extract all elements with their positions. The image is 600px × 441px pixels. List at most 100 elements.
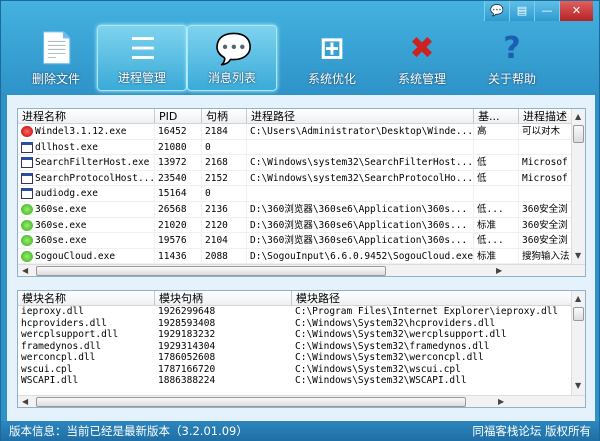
module-vertical-scrollbar[interactable]: ▲ ▼ — [571, 291, 585, 395]
table-row[interactable]: 360se.exe 19576 2104 D:\360浏览器\360se6\Appli… — [18, 233, 585, 249]
cell-text: 标准 — [477, 250, 497, 262]
table-row[interactable]: framedynos.dll 1929314304 C:\Windows\Syste… — [18, 341, 585, 353]
scroll-left-icon[interactable]: ◀ — [22, 397, 28, 406]
table-row[interactable]: wercplsupport.dll 1929183232 C:\Windows\Sy… — [18, 329, 585, 341]
table-row[interactable]: werconcpl.dll 1786052608 C:\Windows\System… — [18, 352, 585, 364]
table-cell: SogouCloud.exe — [18, 248, 155, 264]
column-header[interactable]: 模块句柄 — [155, 291, 292, 305]
table-cell: 360se.exe — [18, 201, 155, 217]
toolbar-button-1[interactable]: ☰ 进程管理 — [97, 25, 187, 91]
table-cell: SearchFilterHost.exe — [18, 155, 155, 170]
table-cell: 360se.exe — [18, 217, 155, 233]
scroll-thumb[interactable] — [36, 266, 386, 276]
cell-text: 2184 — [205, 126, 228, 137]
table-cell: D:\360浏览器\360se6\Application\360s... — [247, 217, 474, 233]
table-cell — [474, 139, 519, 155]
column-header[interactable]: 基... — [474, 109, 519, 123]
table-cell: 0 — [202, 139, 247, 155]
process-horizontal-scrollbar[interactable]: ◀ ▶ — [18, 264, 585, 276]
scroll-right-icon[interactable]: ▶ — [496, 266, 502, 275]
cell-text: 360se.exe — [35, 203, 87, 215]
cell-text: Microsof — [522, 157, 568, 169]
toolbar-label: 进程管理 — [117, 71, 166, 85]
toolbar-button-3[interactable]: ⊞ 系统优化 — [287, 25, 377, 91]
table-row[interactable]: audiodg.exe 15164 0 — [18, 186, 585, 202]
table-cell: 360安全浏 — [519, 233, 573, 248]
scroll-down-icon[interactable]: ▼ — [575, 251, 581, 260]
table-row[interactable]: dllhost.exe 21080 0 — [18, 139, 585, 156]
table-cell: SearchProtocolHost... — [18, 170, 155, 186]
table-row[interactable]: SearchFilterHost.exe 13972 2168 C:\Windows\… — [18, 155, 585, 171]
table-row[interactable]: SogouCloud.exe 11436 2088 D:\SogouInput\6.6… — [18, 248, 585, 265]
cell-text: 低... — [477, 235, 504, 247]
table-cell: D:\360浏览器\360se6\Application\360s... — [247, 233, 474, 248]
table-cell: C:\Windows\system32\SearchFilterHost... — [247, 155, 474, 170]
cell-text: 2152 — [205, 172, 228, 184]
table-cell: wercplsupport.dll — [21, 329, 119, 340]
column-header[interactable]: 进程名称 — [18, 109, 155, 123]
cell-text: 21080 — [158, 141, 187, 153]
module-horizontal-scrollbar[interactable]: ◀ ▶ — [18, 395, 585, 407]
table-row[interactable]: WSCAPI.dll 1886388224 C:\Windows\System32\… — [18, 375, 585, 387]
scroll-up-icon[interactable]: ▲ — [575, 112, 581, 121]
cell-text: D:\SogouInput\6.6.0.9452\SogouCloud.exe — [250, 250, 474, 262]
table-cell: 15164 — [155, 186, 202, 201]
column-header[interactable]: 进程路径 — [247, 109, 474, 123]
table-row[interactable]: wscui.cpl 1787166720 C:\Windows\System32\w… — [18, 364, 585, 376]
table-row[interactable]: 360se.exe 26568 2136 D:\360浏览器\360se6\Appli… — [18, 201, 585, 218]
table-cell: C:\Windows\System32\WSCAPI.dll — [295, 375, 467, 386]
table-cell: 低 — [474, 155, 519, 170]
toolbar-button-0[interactable]: 📄 删除文件 — [11, 25, 101, 91]
cell-text: C:\Windows\system32\SearchProtocolHo... — [250, 172, 474, 184]
table-row[interactable]: SearchProtocolHost... 23540 2152 C:\Windows… — [18, 170, 585, 187]
scroll-thumb[interactable] — [573, 125, 584, 143]
process-vertical-scrollbar[interactable]: ▲ ▼ — [571, 109, 585, 264]
table-cell: 1929183232 — [158, 329, 216, 340]
column-header[interactable]: PID — [155, 109, 202, 123]
module-table: 模块名称 模块句柄 模块路径 ieproxy.dll 1926299648 C:\Pro… — [17, 290, 586, 408]
table-row[interactable]: 360se.exe 21020 2120 D:\360浏览器\360se6\Appli… — [18, 217, 585, 234]
feedback-button[interactable]: 💬 — [484, 1, 509, 21]
copyright-link[interactable]: 同福客栈论坛 版权所有 — [472, 421, 591, 441]
column-header[interactable]: 模块名称 — [18, 291, 155, 305]
cell-text: 360安全浏 — [522, 235, 568, 247]
window-controls: 💬 ▤ — ✕ — [484, 1, 593, 21]
toolbar-button-4[interactable]: ✖ 系统管理 — [377, 25, 467, 91]
cell-text: 15164 — [158, 188, 187, 200]
table-row[interactable]: Windel3.1.12.exe 16452 2184 C:\Users\Admini… — [18, 124, 585, 140]
minimize-button[interactable]: — — [534, 1, 559, 21]
scroll-down-icon[interactable]: ▼ — [575, 381, 581, 390]
table-row[interactable]: ieproxy.dll 1926299648 C:\Program Files\In… — [18, 306, 585, 318]
360-browser-icon — [21, 203, 33, 215]
menu-button[interactable]: ▤ — [509, 1, 534, 21]
scroll-left-icon[interactable]: ◀ — [22, 266, 28, 275]
column-header[interactable]: 模块路径 — [292, 291, 573, 305]
scroll-thumb[interactable] — [573, 307, 584, 321]
table-cell: 21080 — [155, 139, 202, 155]
column-header[interactable]: 进程描述 — [519, 109, 573, 123]
scroll-thumb[interactable] — [36, 397, 466, 407]
scroll-up-icon[interactable]: ▲ — [575, 294, 581, 303]
cell-text: SearchProtocolHost... — [35, 172, 155, 184]
content-panel: 进程名称 PID 句柄 进程路径 基... 进程描述 Windel3.1.12.exe 16… — [7, 95, 595, 421]
cell-text: 2120 — [205, 219, 228, 231]
table-cell: C:\Windows\System32\werconcpl.dll — [295, 352, 484, 363]
window-icon — [21, 157, 33, 169]
table-cell: 1926299648 — [158, 306, 216, 317]
table-cell — [519, 139, 573, 155]
cell-text: 低... — [477, 203, 504, 215]
close-button[interactable]: ✕ — [559, 1, 593, 21]
scroll-right-icon[interactable]: ▶ — [498, 397, 504, 406]
table-cell: Microsof — [519, 170, 573, 186]
table-cell: 低... — [474, 201, 519, 217]
table-cell: 360se.exe — [18, 233, 155, 248]
cell-text: D:\360浏览器\360se6\Application\360s... — [250, 203, 468, 215]
cell-text: 标准 — [477, 219, 497, 231]
cell-text: 26568 — [158, 203, 187, 215]
toolbar-button-5[interactable]: ? 关于帮助 — [467, 25, 557, 91]
table-cell: 13972 — [155, 155, 202, 170]
toolbar-button-2[interactable]: 💬 消息列表 — [187, 25, 277, 91]
table-row[interactable]: hcproviders.dll 1928593408 C:\Windows\Syst… — [18, 318, 585, 330]
module-table-header: 模块名称 模块句柄 模块路径 — [18, 291, 585, 306]
column-header[interactable]: 句柄 — [202, 109, 247, 123]
